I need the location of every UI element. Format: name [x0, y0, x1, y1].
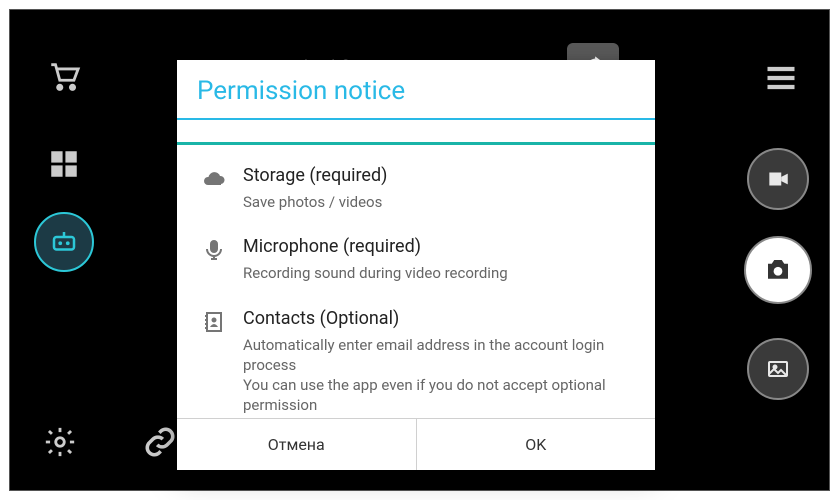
permission-title: Storage (required): [243, 165, 635, 186]
hamburger-icon: [763, 60, 799, 96]
cart-icon: [47, 59, 81, 93]
camera-icon: [763, 255, 793, 285]
permission-dialog: Permission notice Storage (required) Sav…: [177, 60, 655, 470]
robot-icon: [49, 227, 79, 257]
mic-icon: [185, 236, 243, 283]
title-divider: [177, 118, 655, 120]
cloud-icon: [185, 165, 243, 212]
right-toolbar: [719, 10, 829, 490]
left-toolbar: [10, 10, 120, 490]
grid-icon: [47, 147, 81, 181]
app-frame: Facebook®: [9, 9, 830, 491]
permission-desc: Save photos / videos: [243, 192, 635, 212]
record-video-button[interactable]: [747, 148, 809, 210]
permission-row-contacts: Contacts (Optional) Automatically enter …: [185, 308, 647, 416]
link-icon: [143, 425, 177, 459]
gallery-button[interactable]: [747, 338, 809, 400]
dialog-button-bar: Отмена OK: [177, 418, 655, 470]
take-photo-button[interactable]: [744, 236, 812, 304]
contacts-icon: [185, 308, 243, 416]
settings-button[interactable]: [30, 412, 90, 472]
dialog-title: Permission notice: [177, 60, 655, 118]
cancel-button[interactable]: Отмена: [177, 419, 416, 470]
dialog-content: Storage (required) Save photos / videos …: [177, 145, 655, 418]
apps-button[interactable]: [34, 134, 94, 194]
permission-desc: Recording sound during video recording: [243, 263, 635, 283]
permission-title: Microphone (required): [243, 236, 635, 257]
permission-row-microphone: Microphone (required) Recording sound du…: [185, 236, 647, 283]
gear-icon: [43, 425, 77, 459]
permission-title: Contacts (Optional): [243, 308, 635, 329]
ok-button[interactable]: OK: [417, 419, 656, 470]
effects-button[interactable]: [34, 212, 94, 272]
permission-desc: Automatically enter email address in the…: [243, 335, 635, 416]
video-icon: [765, 166, 791, 192]
left-bottom-group: [30, 412, 190, 472]
cart-button[interactable]: [34, 46, 94, 106]
image-icon: [766, 357, 790, 381]
menu-button[interactable]: [763, 60, 799, 100]
permission-row-storage: Storage (required) Save photos / videos: [185, 165, 647, 212]
